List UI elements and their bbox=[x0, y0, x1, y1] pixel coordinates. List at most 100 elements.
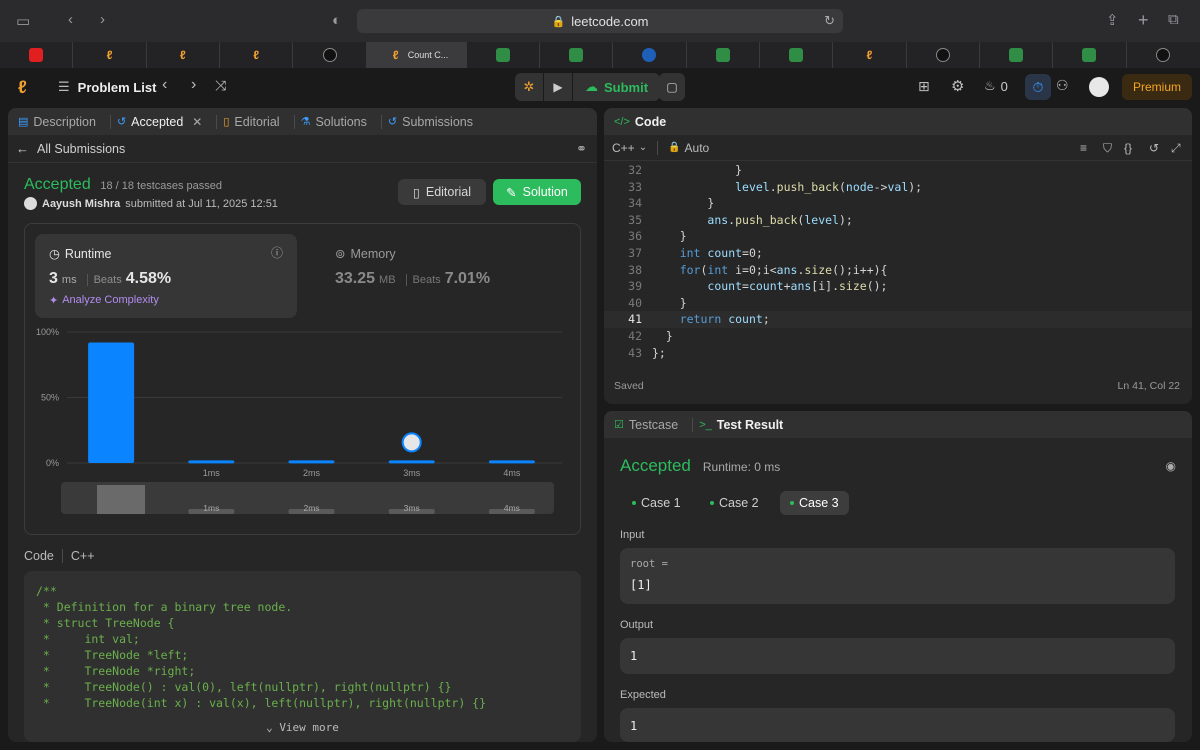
chart-bar bbox=[288, 460, 335, 464]
view-more-button[interactable]: ⌄ View more bbox=[24, 721, 581, 734]
tab-label: Editorial bbox=[234, 114, 280, 129]
braces-icon[interactable]: {} bbox=[1124, 141, 1132, 155]
browser-tabs: ℓ ℓ ℓ ℓ Count C... ℓ bbox=[0, 42, 1200, 68]
shuffle-icon[interactable]: ⤨ bbox=[215, 77, 226, 94]
browser-tab[interactable] bbox=[687, 42, 760, 68]
browser-tab[interactable] bbox=[980, 42, 1054, 68]
reload-icon[interactable]: ↻ bbox=[824, 13, 835, 29]
case-label: Case 2 bbox=[719, 496, 759, 510]
result-runtime: Runtime: 0 ms bbox=[702, 460, 781, 474]
close-tab-icon[interactable]: ✕ bbox=[192, 115, 202, 129]
browser-tab[interactable]: ℓ bbox=[147, 42, 221, 68]
tab-description[interactable]: ▤ Description bbox=[18, 115, 96, 129]
settings-gear-icon[interactable]: ⚙ bbox=[951, 77, 964, 95]
info-icon[interactable]: ⓘ bbox=[271, 244, 283, 261]
prev-problem-icon[interactable]: ‹ bbox=[162, 76, 167, 94]
memory-card[interactable]: ⊚ Memory 33.25 MB Beats 7.01% bbox=[321, 234, 561, 318]
code-line: * struct TreeNode { bbox=[36, 616, 175, 630]
reset-icon[interactable]: ↺ bbox=[1149, 141, 1159, 155]
runtime-distribution-chart: 0% 50% 100% 1ms 2ms 3ms 4ms 1ms 2ms 3ms 4ms bbox=[36, 327, 562, 514]
tab-submissions[interactable]: ↺ Submissions bbox=[388, 115, 473, 129]
left-panel: ▤ Description ↺ Accepted ✕ ▯ Editorial ⚗ Solu… bbox=[8, 108, 597, 742]
avatar[interactable] bbox=[1089, 77, 1109, 97]
add-friend-icon[interactable]: ⚇ bbox=[1056, 77, 1069, 94]
browser-tab[interactable] bbox=[293, 42, 367, 68]
tab-label: Description bbox=[33, 114, 96, 129]
case-3-button[interactable]: Case 3 bbox=[780, 491, 849, 515]
leetcode-logo-icon[interactable]: ℓ bbox=[18, 77, 27, 98]
line-number: 32 bbox=[628, 163, 642, 177]
expected-value: 1 bbox=[630, 719, 638, 733]
premium-button[interactable]: Premium bbox=[1122, 74, 1192, 100]
submit-button[interactable]: ☁ Submit bbox=[573, 73, 661, 101]
author-name[interactable]: Aayush Mishra bbox=[42, 198, 120, 210]
runtime-card[interactable]: ◷ Runtime ⓘ 3 ms Beats 4.58% ✦ Analyze Com… bbox=[35, 234, 297, 318]
browser-tab[interactable]: ℓ bbox=[73, 42, 147, 68]
input-box: root = [1] bbox=[620, 548, 1175, 604]
browser-tab[interactable] bbox=[1053, 42, 1127, 68]
debug-button[interactable]: ✲ bbox=[515, 73, 543, 101]
code-brackets-icon: </> bbox=[614, 115, 630, 128]
next-problem-icon[interactable]: › bbox=[191, 76, 196, 94]
timer-icon: ⏱ bbox=[1032, 78, 1044, 95]
tab-test-result[interactable]: >_ Test Result bbox=[699, 418, 783, 432]
browser-tab[interactable]: ℓ bbox=[833, 42, 907, 68]
solution-button[interactable]: ✎ Solution bbox=[493, 179, 581, 205]
eye-icon[interactable]: ◉ bbox=[1166, 459, 1176, 473]
tab-editorial[interactable]: ▯ Editorial bbox=[223, 115, 279, 129]
case-1-button[interactable]: Case 1 bbox=[622, 491, 691, 515]
problem-list-link[interactable]: ☰ Problem List bbox=[58, 79, 156, 95]
tab-label: Accepted bbox=[131, 114, 184, 129]
tab-overview-icon[interactable]: ⧉ bbox=[1168, 11, 1179, 28]
browser-tab-active[interactable]: ℓ Count C... bbox=[366, 42, 467, 68]
bookmark-icon[interactable]: ⛉ bbox=[1103, 141, 1112, 156]
share-icon[interactable]: ⇪ bbox=[1106, 11, 1119, 29]
new-tab-icon[interactable]: + bbox=[1138, 10, 1149, 31]
analyze-complexity-link[interactable]: ✦ Analyze Complexity bbox=[49, 294, 159, 307]
line-number: 37 bbox=[628, 245, 642, 260]
tab-solutions[interactable]: ⚗ Solutions bbox=[301, 115, 367, 129]
browser-tab[interactable] bbox=[907, 42, 980, 68]
sidebar-toggle-icon[interactable]: ▭ bbox=[16, 12, 30, 30]
notes-button[interactable]: ▢ bbox=[659, 73, 685, 101]
browser-tab[interactable] bbox=[1127, 42, 1200, 68]
browser-tab[interactable] bbox=[0, 42, 74, 68]
browser-tab[interactable] bbox=[613, 42, 687, 68]
timer-button[interactable]: ⏱ bbox=[1025, 74, 1051, 100]
layout-icon[interactable]: ⊞ bbox=[918, 78, 930, 95]
editorial-button[interactable]: ▯ Editorial bbox=[398, 179, 486, 205]
tab-accepted[interactable]: ↺ Accepted ✕ bbox=[117, 115, 202, 129]
output-value: 1 bbox=[630, 649, 638, 663]
streak-counter[interactable]: ♨ 0 bbox=[984, 78, 1008, 94]
run-button[interactable]: ▶ bbox=[544, 73, 572, 101]
status-accepted: Accepted bbox=[24, 176, 91, 193]
mini-tick-label: 4ms bbox=[504, 503, 520, 513]
shield-icon[interactable]: ◐ bbox=[332, 12, 341, 29]
browser-tab[interactable]: ℓ bbox=[220, 42, 294, 68]
flask-icon: ⚗ bbox=[300, 116, 311, 128]
address-bar[interactable]: 🔒 leetcode.com ↻ bbox=[357, 9, 843, 33]
submitted-code-view[interactable]: /** * Definition for a binary tree node.… bbox=[24, 571, 581, 742]
tab-code[interactable]: </> Code bbox=[614, 115, 666, 129]
tab-testcase[interactable]: ☑ Testcase bbox=[614, 418, 678, 432]
tab-label: Test Result bbox=[716, 417, 784, 432]
analyze-label: Analyze Complexity bbox=[62, 294, 159, 306]
all-submissions-link[interactable]: ← All Submissions ⚭ bbox=[8, 135, 597, 163]
browser-tab[interactable] bbox=[540, 42, 614, 68]
case-2-button[interactable]: Case 2 bbox=[700, 491, 769, 515]
format-icon[interactable]: ≡ bbox=[1080, 141, 1087, 155]
auto-mode[interactable]: 🔒 Auto bbox=[668, 141, 709, 155]
result-status: Accepted Runtime: 0 ms bbox=[620, 456, 780, 476]
back-icon[interactable]: ‹ bbox=[68, 11, 73, 28]
editor-line: 35 ans.push_back(level); bbox=[604, 212, 1192, 229]
output-label: Output bbox=[620, 619, 654, 631]
fullscreen-icon[interactable]: ⤢ bbox=[1171, 141, 1181, 156]
lock-icon: 🔒 bbox=[551, 15, 566, 28]
link-icon[interactable]: ⚭ bbox=[576, 141, 587, 157]
browser-tab[interactable] bbox=[467, 42, 540, 68]
code-editor[interactable]: 32 } 33 level.push_back(node->val); 34 } 35… bbox=[604, 162, 1192, 361]
editor-line: 37 int count=0; bbox=[604, 245, 1192, 262]
language-select[interactable]: C++ ⌄ bbox=[612, 141, 647, 155]
browser-tab[interactable] bbox=[760, 42, 834, 68]
forward-icon[interactable]: › bbox=[100, 11, 105, 28]
